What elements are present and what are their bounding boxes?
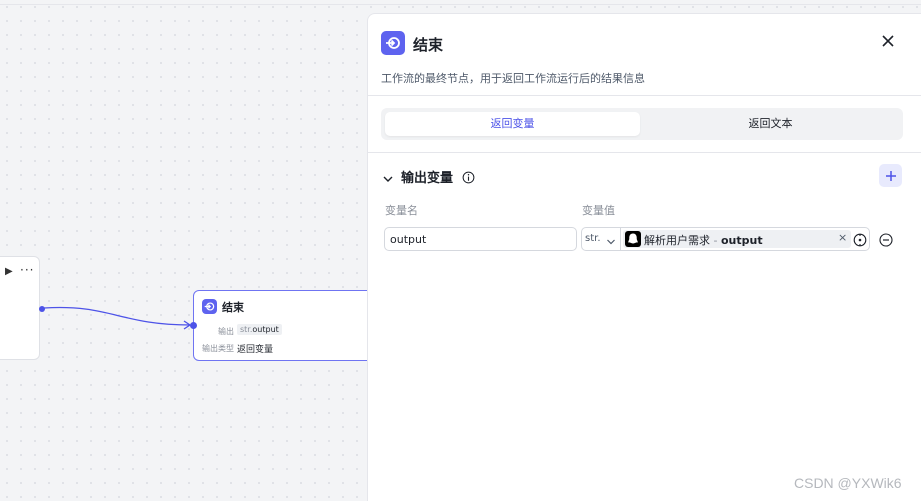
close-icon[interactable]: [880, 33, 896, 49]
output-value: output: [252, 325, 279, 334]
variable-picker-icon[interactable]: [853, 232, 867, 247]
variable-value-reference[interactable]: 解析用户需求 - output ×: [620, 227, 870, 251]
panel-title: 结束: [413, 36, 444, 54]
output-tag: str.output: [237, 324, 282, 335]
return-mode-tabs: 返回变量 返回文本: [381, 108, 903, 140]
info-icon[interactable]: [462, 169, 475, 184]
node-avatar-icon: [625, 231, 641, 247]
panel-description: 工作流的最终节点，用于返回工作流运行后的结果信息: [381, 72, 645, 85]
divider: [368, 95, 921, 96]
output-type: str.: [240, 325, 253, 334]
reference-node: 解析用户需求: [644, 234, 710, 247]
chevron-down-icon[interactable]: [382, 170, 394, 182]
reference-separator: -: [710, 234, 721, 247]
output-type-label: 输出类型: [202, 344, 234, 353]
end-icon: [381, 31, 405, 55]
end-node-icon: [202, 299, 217, 314]
column-variable-value: 变量值: [582, 204, 615, 217]
variable-name-input[interactable]: [384, 227, 577, 251]
end-node-title: 结束: [222, 301, 244, 314]
clear-icon[interactable]: ×: [838, 231, 847, 244]
variable-type-value: str.: [585, 233, 601, 244]
reference-chip: 解析用户需求 - output ×: [623, 230, 851, 248]
tab-return-variable[interactable]: 返回变量: [385, 112, 640, 136]
node-settings-panel: 结束 工作流的最终节点，用于返回工作流运行后的结果信息 返回变量 返回文本 输出…: [367, 13, 921, 501]
add-variable-button[interactable]: [879, 164, 902, 187]
remove-variable-icon[interactable]: [879, 232, 893, 247]
input-port[interactable]: [190, 322, 197, 329]
chevron-down-icon: [606, 234, 616, 245]
divider: [368, 152, 921, 153]
section-title: 输出变量: [401, 171, 454, 186]
plus-icon: [885, 170, 896, 181]
output-type-value: 返回变量: [237, 345, 274, 355]
tab-return-text[interactable]: 返回文本: [642, 112, 899, 136]
output-label: 输出: [218, 327, 234, 336]
end-node[interactable]: 结束 输出 str.output 输出类型 返回变量: [190, 290, 373, 361]
column-variable-name: 变量名: [385, 204, 418, 217]
variable-type-select[interactable]: str.: [581, 227, 621, 251]
reference-text: 解析用户需求 - output: [644, 232, 763, 248]
reference-variable: output: [720, 234, 763, 247]
watermark: CSDN @YXWik6: [794, 475, 902, 491]
